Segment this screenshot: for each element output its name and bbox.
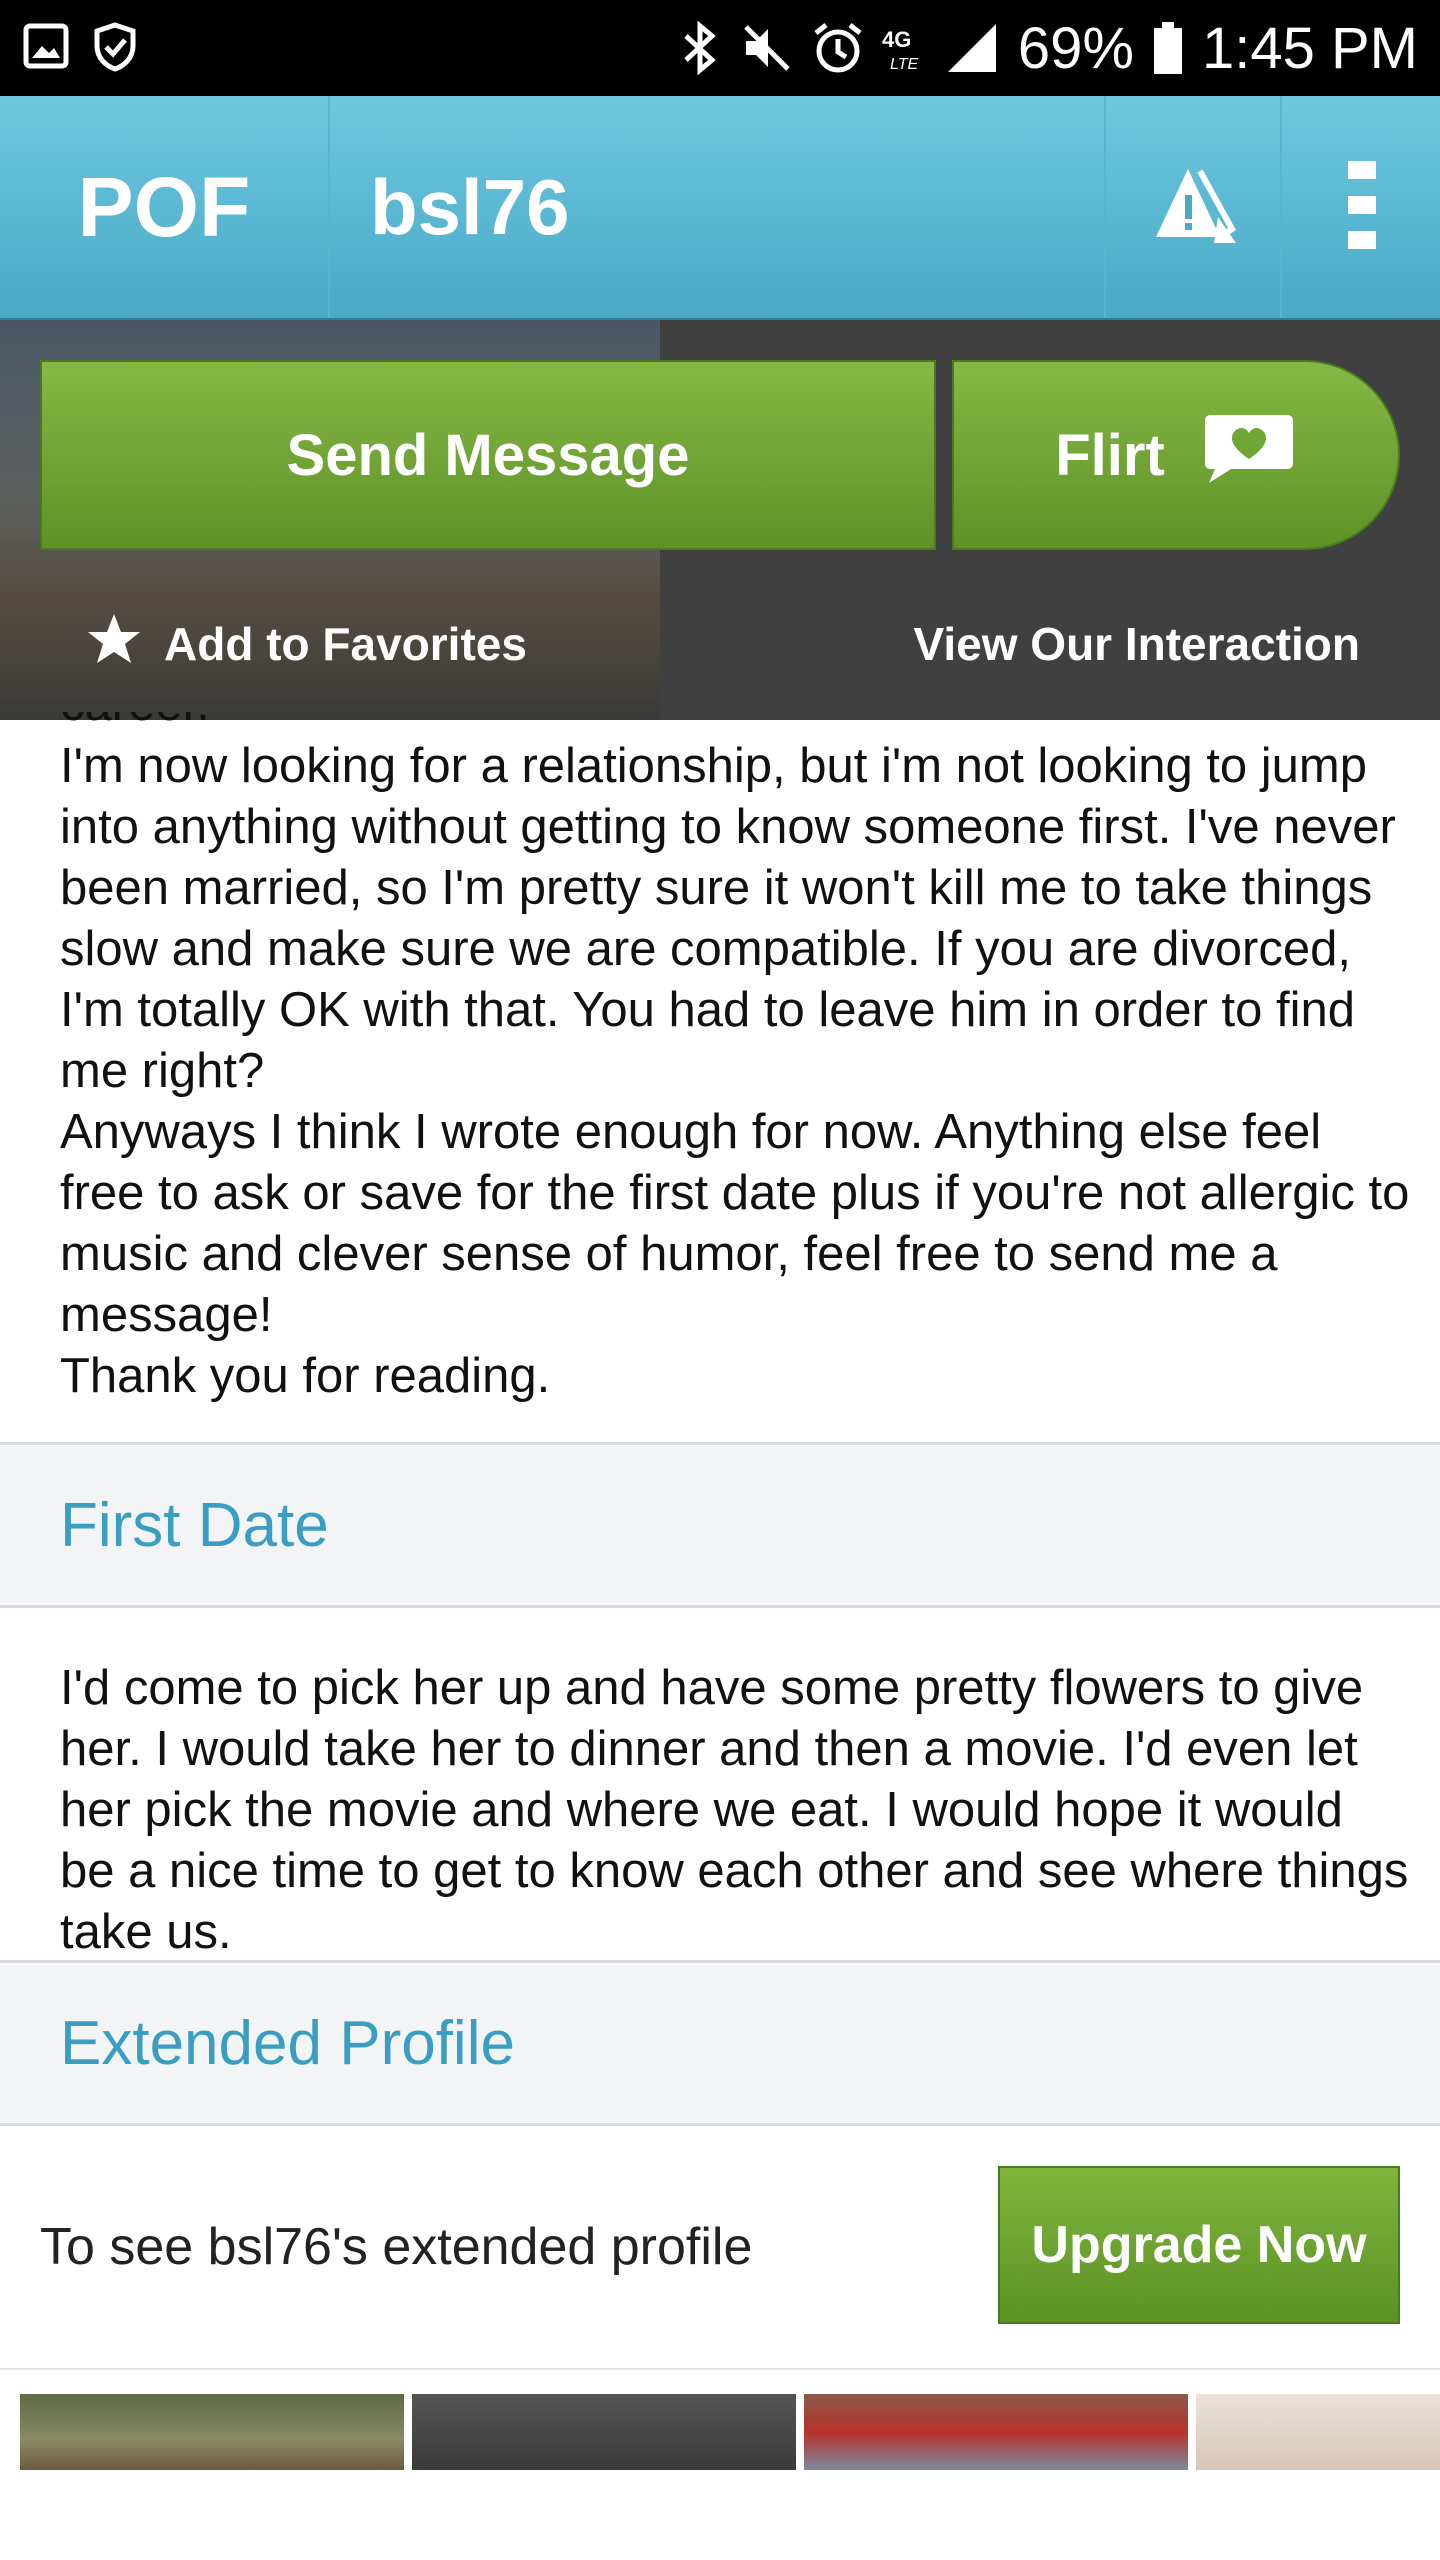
extended-profile-prompt: To see bsl76's extended profile xyxy=(40,2218,753,2276)
photo-thumbnail[interactable] xyxy=(20,2394,404,2470)
about-section: career. I'm now looking for a relationsh… xyxy=(0,712,1440,1442)
add-to-favorites-link[interactable]: Add to Favorites xyxy=(86,604,527,684)
clock: 1:45 PM xyxy=(1202,15,1418,81)
view-interaction-link[interactable]: View Our Interaction xyxy=(914,604,1360,684)
about-paragraph-1: I'm now looking for a relationship, but … xyxy=(60,739,1396,1098)
first-date-heading: First Date xyxy=(0,1442,1440,1608)
app-bar: POF bsl76 xyxy=(0,96,1440,320)
overflow-menu-button[interactable] xyxy=(1280,96,1440,318)
signal-icon xyxy=(944,22,1000,74)
first-date-text: I'd come to pick her up and have some pr… xyxy=(60,1661,1409,1959)
extended-profile-upgrade: To see bsl76's extended profile Upgrade … xyxy=(0,2126,1440,2368)
photo-thumbnail-strip xyxy=(0,2368,1440,2470)
battery-percent: 69% xyxy=(1017,15,1134,81)
photo-thumbnail[interactable] xyxy=(412,2394,796,2470)
bluetooth-icon xyxy=(678,20,722,76)
svg-text:LTE: LTE xyxy=(890,56,918,73)
first-date-section: I'd come to pick her up and have some pr… xyxy=(0,1608,1440,1960)
profile-content: career. I'm now looking for a relationsh… xyxy=(0,712,1440,2470)
add-to-favorites-label: Add to Favorites xyxy=(164,618,527,670)
more-vertical-icon xyxy=(1348,161,1376,253)
network-4g-lte-icon: 4G LTE xyxy=(882,23,926,73)
about-paragraph-3: Thank you for reading. xyxy=(60,1349,551,1403)
heart-chat-icon xyxy=(1201,411,1297,499)
pof-logo[interactable]: POF xyxy=(0,96,330,318)
about-paragraph-2: Anyways I think I wrote enough for now. … xyxy=(60,1105,1410,1342)
upgrade-now-button[interactable]: Upgrade Now xyxy=(998,2166,1400,2324)
flirt-button[interactable]: Flirt xyxy=(952,360,1400,550)
svg-text:4G: 4G xyxy=(882,27,911,52)
gallery-notification-icon xyxy=(22,22,70,72)
shield-check-icon xyxy=(92,22,138,72)
extended-profile-heading: Extended Profile xyxy=(0,1960,1440,2126)
photo-thumbnail[interactable] xyxy=(804,2394,1188,2470)
clipped-line: career. xyxy=(0,712,1440,736)
mute-icon xyxy=(740,21,794,75)
status-bar: 4G LTE 69% 1:45 PM xyxy=(0,0,1440,96)
photo-thumbnail[interactable] xyxy=(1196,2394,1440,2470)
report-warning-icon xyxy=(1148,159,1240,255)
profile-action-panel: Send Message Flirt Add to Favorites View… xyxy=(0,320,1440,720)
about-text: I'm now looking for a relationship, but … xyxy=(0,736,1440,1407)
alarm-icon xyxy=(812,21,864,75)
star-icon xyxy=(86,612,142,677)
battery-icon xyxy=(1152,20,1184,76)
send-message-button[interactable]: Send Message xyxy=(40,360,936,550)
flirt-label: Flirt xyxy=(1055,422,1165,488)
profile-username: bsl76 xyxy=(370,162,570,251)
report-button[interactable] xyxy=(1104,96,1282,318)
